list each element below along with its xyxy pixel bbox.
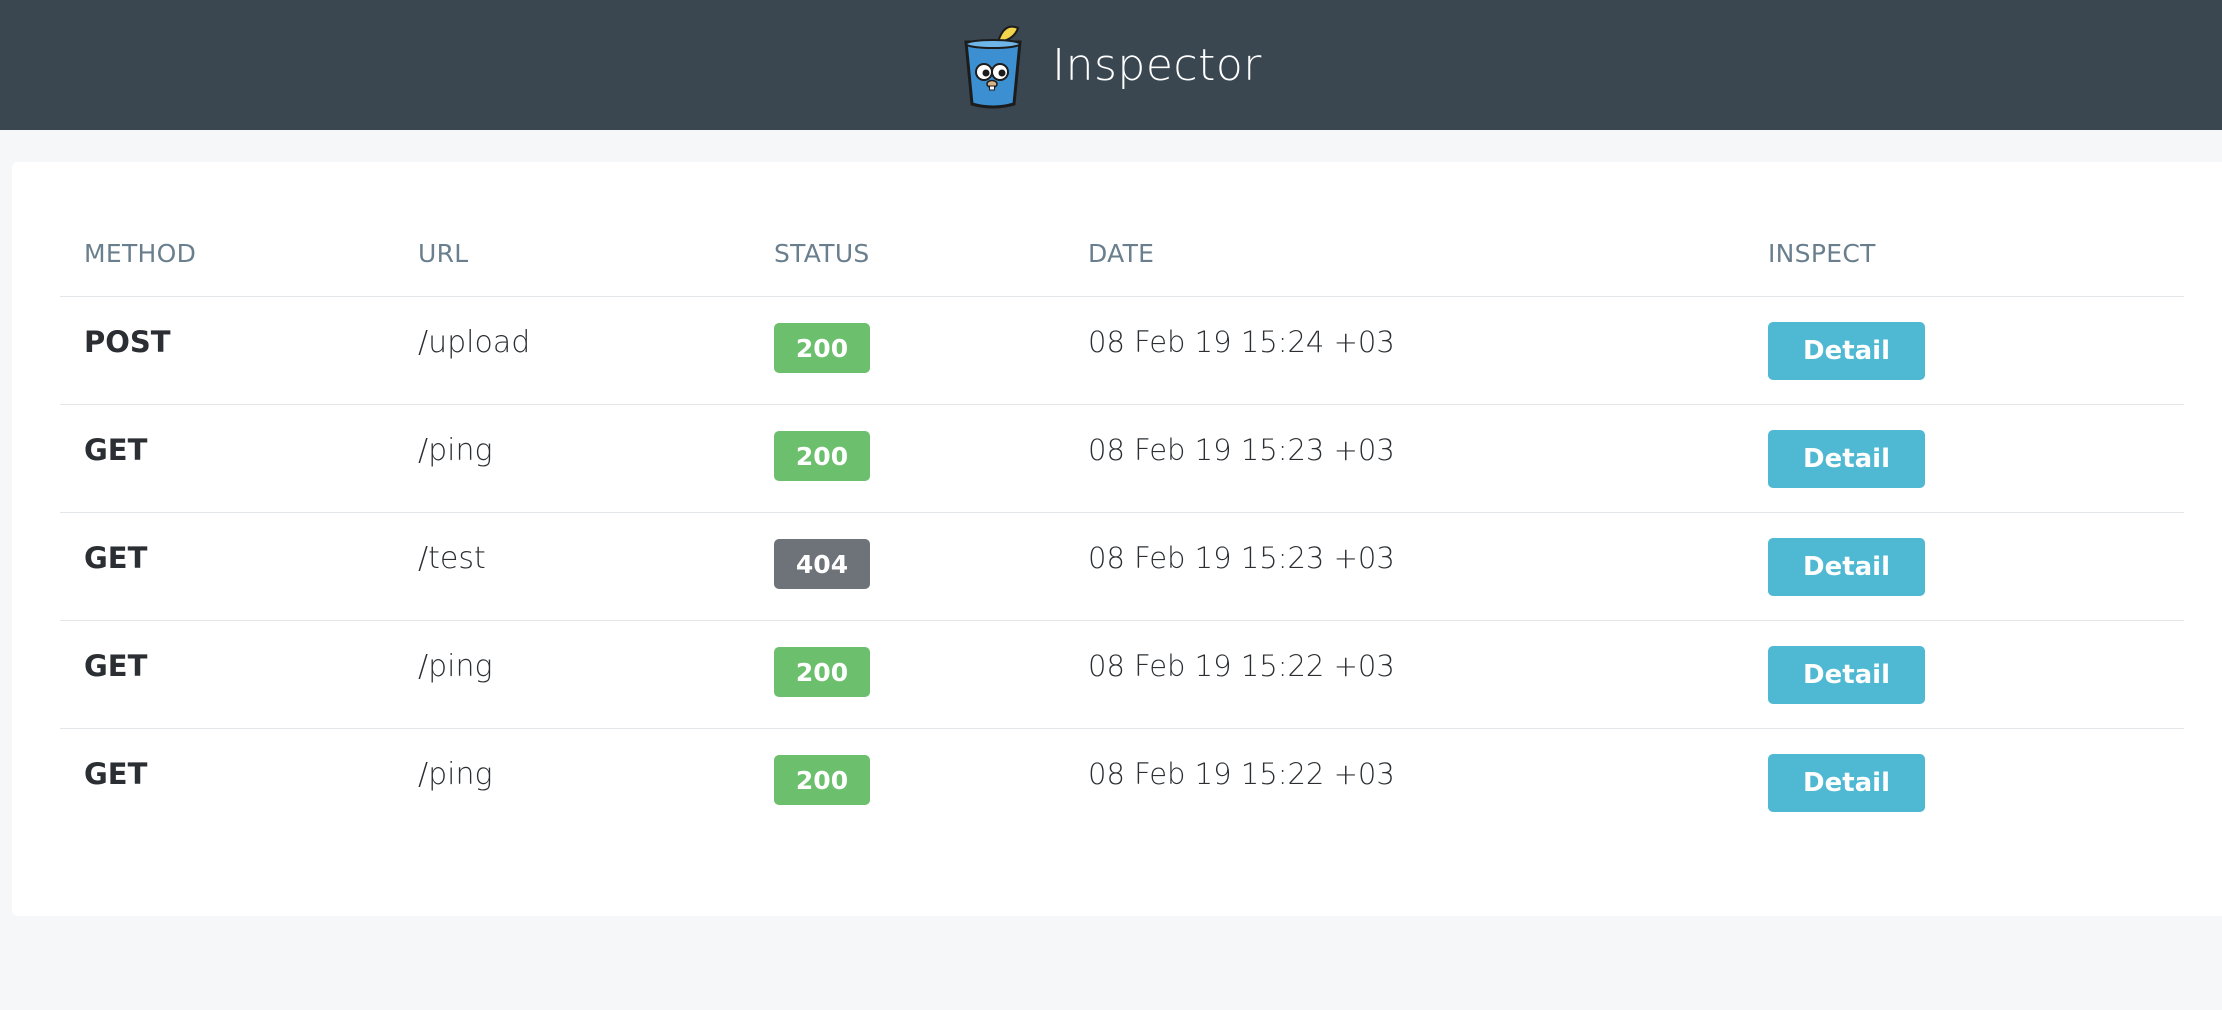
status-badge: 200 bbox=[774, 647, 870, 697]
status-badge: 200 bbox=[774, 755, 870, 805]
table-row: POST /upload 200 08 Feb 19 15:24 +03 Det… bbox=[60, 297, 2184, 405]
table-header: METHOD URL STATUS DATE INSPECT bbox=[60, 213, 2184, 297]
method-cell: POST bbox=[84, 325, 171, 359]
table-row: GET /ping 200 08 Feb 19 15:23 +03 Detail bbox=[60, 405, 2184, 513]
header-method: METHOD bbox=[84, 239, 197, 268]
table-row: GET /test 404 08 Feb 19 15:23 +03 Detail bbox=[60, 513, 2184, 621]
header-inspect: INSPECT bbox=[1768, 239, 1876, 268]
detail-button[interactable]: Detail bbox=[1768, 322, 1925, 380]
url-cell: /ping bbox=[418, 757, 493, 792]
table-row: GET /ping 200 08 Feb 19 15:22 +03 Detail bbox=[60, 621, 2184, 729]
date-cell: 08 Feb 19 15:23 +03 bbox=[1088, 541, 1395, 575]
url-cell: /upload bbox=[418, 325, 531, 360]
status-badge: 200 bbox=[774, 323, 870, 373]
app-title: Inspector bbox=[1052, 39, 1262, 91]
header-status: STATUS bbox=[774, 239, 870, 268]
date-cell: 08 Feb 19 15:24 +03 bbox=[1088, 325, 1395, 359]
url-cell: /ping bbox=[418, 433, 493, 468]
date-cell: 08 Feb 19 15:23 +03 bbox=[1088, 433, 1395, 467]
status-badge: 404 bbox=[774, 539, 870, 589]
date-cell: 08 Feb 19 15:22 +03 bbox=[1088, 757, 1395, 791]
method-cell: GET bbox=[84, 433, 148, 467]
url-cell: /ping bbox=[418, 649, 493, 684]
method-cell: GET bbox=[84, 649, 148, 683]
brand[interactable]: Inspector bbox=[960, 20, 1262, 110]
table-row: GET /ping 200 08 Feb 19 15:22 +03 Detail bbox=[60, 729, 2184, 836]
date-cell: 08 Feb 19 15:22 +03 bbox=[1088, 649, 1395, 683]
navbar: Inspector bbox=[0, 0, 2222, 130]
status-badge: 200 bbox=[774, 431, 870, 481]
url-cell: /test bbox=[418, 541, 486, 576]
detail-button[interactable]: Detail bbox=[1768, 430, 1925, 488]
detail-button[interactable]: Detail bbox=[1768, 538, 1925, 596]
gopher-cup-icon bbox=[964, 25, 1022, 109]
method-cell: GET bbox=[84, 541, 148, 575]
detail-button[interactable]: Detail bbox=[1768, 754, 1925, 812]
header-url: URL bbox=[418, 239, 469, 268]
detail-button[interactable]: Detail bbox=[1768, 646, 1925, 704]
method-cell: GET bbox=[84, 757, 148, 791]
requests-table: METHOD URL STATUS DATE INSPECT POST /upl… bbox=[60, 213, 2184, 836]
header-date: DATE bbox=[1088, 239, 1155, 268]
